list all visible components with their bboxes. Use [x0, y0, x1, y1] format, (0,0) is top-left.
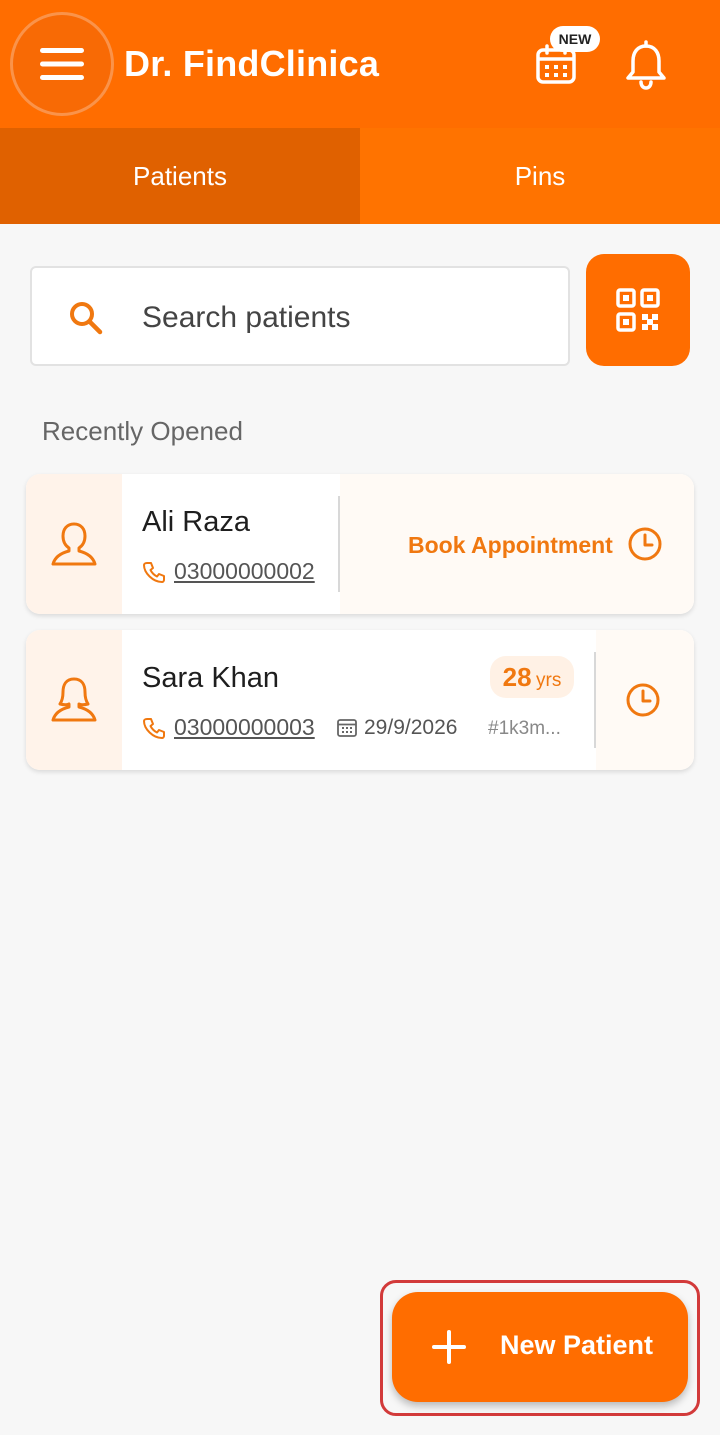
patient-card[interactable]: Sara Khan 28 yrs 03000000003 29/9/2026 #… [26, 630, 694, 770]
search-icon [70, 302, 103, 335]
tab-pins[interactable]: Pins [360, 128, 720, 224]
patient-date: 29/9/2026 [364, 716, 458, 739]
menu-button[interactable] [10, 12, 114, 116]
age-unit: yrs [536, 670, 562, 691]
age-badge: 28 yrs [490, 656, 574, 698]
patient-name: Sara Khan [142, 662, 280, 694]
person-icon [51, 677, 97, 722]
recently-opened-label: Recently Opened [42, 416, 243, 446]
patient-phone-link[interactable]: 03000000003 [174, 714, 315, 741]
app-title: Dr. FindClinica [124, 43, 380, 84]
book-appointment-button[interactable]: Book Appointment [340, 474, 694, 614]
search-input[interactable] [142, 296, 542, 340]
avatar [26, 630, 122, 770]
hamburger-menu-icon [40, 48, 84, 80]
phone-icon [143, 718, 165, 739]
person-icon [51, 522, 97, 566]
avatar [26, 474, 122, 614]
tab-patients[interactable]: Patients [0, 128, 360, 224]
book-appointment-button[interactable] [596, 630, 694, 770]
phone-icon [143, 562, 165, 583]
clock-icon [626, 683, 660, 717]
new-patient-button[interactable]: New Patient [392, 1292, 688, 1402]
new-patient-label: New Patient [500, 1330, 654, 1360]
qr-code-icon [616, 288, 660, 332]
calendar-icon [337, 719, 357, 737]
tab-bar: Patients Pins [0, 128, 720, 224]
patient-name: Ali Raza [142, 506, 250, 538]
clock-icon [628, 527, 662, 561]
patient-id: #1k3m... [488, 718, 561, 739]
plus-icon [432, 1330, 466, 1364]
patient-card[interactable]: Ali Raza 03000000002 Book Appointment [26, 474, 694, 614]
bell-icon [626, 40, 666, 90]
book-appointment-label: Book Appointment [408, 532, 613, 558]
qr-scan-button[interactable] [586, 254, 690, 366]
new-badge: NEW [550, 26, 600, 52]
age-value: 28 [502, 662, 532, 692]
patient-phone-link[interactable]: 03000000002 [174, 558, 315, 585]
notifications-button[interactable] [622, 40, 670, 92]
app-bar: Dr. FindClinica NEW [0, 0, 720, 128]
search-box[interactable] [30, 266, 570, 366]
